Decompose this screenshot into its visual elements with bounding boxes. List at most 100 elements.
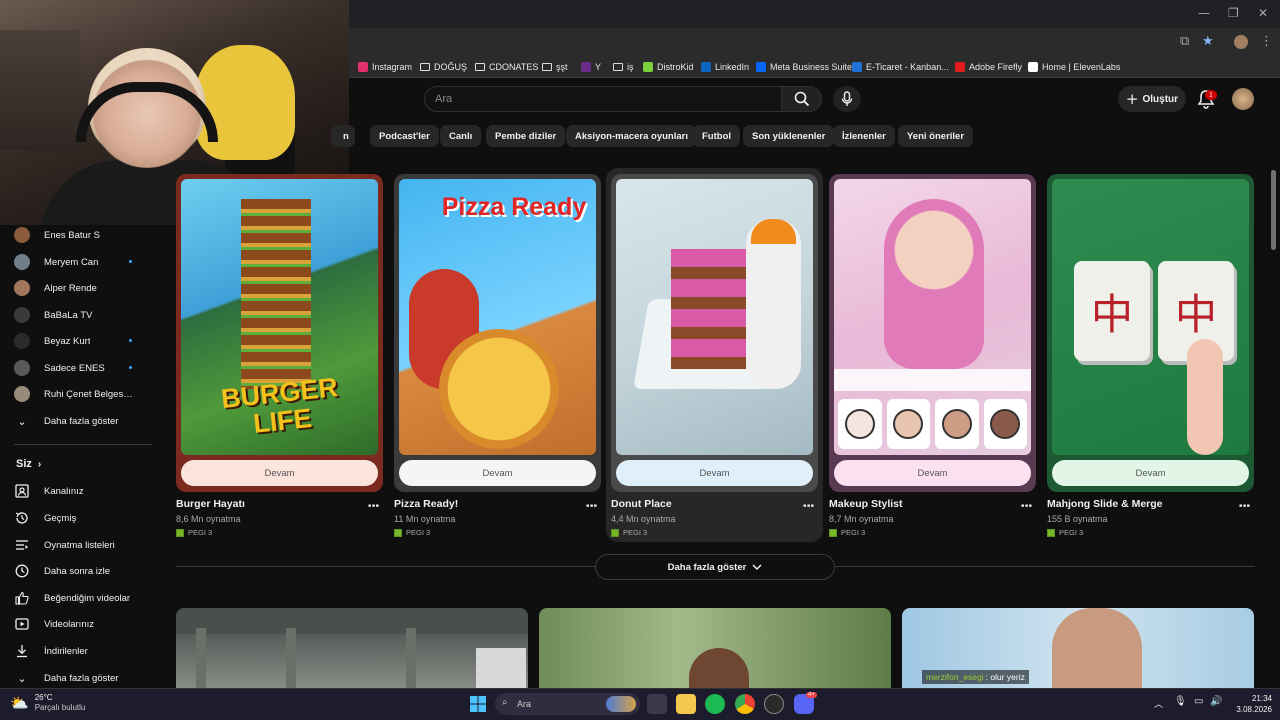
sidebar-playlists-item[interactable]: Oynatma listeleri (14, 532, 150, 558)
sidebar-clock-item[interactable]: Daha sonra izle (14, 558, 150, 584)
game-plays: 11 Mn oynatma (394, 514, 456, 524)
bookmark-11[interactable]: Home | ElevenLabs (1028, 58, 1120, 76)
bookmark-3[interactable]: şşt (542, 58, 568, 76)
taskbar-search[interactable]: ⌕ Ara (495, 693, 640, 715)
clock[interactable]: 21:34 3.08.2026 (1232, 693, 1272, 715)
video-thumbnail-2[interactable] (539, 608, 891, 692)
file-explorer-icon[interactable] (676, 694, 696, 714)
chrome-icon[interactable] (735, 694, 755, 714)
bookmark-9[interactable]: E-Ticaret - Kanban... (852, 58, 949, 76)
tray-chevron-icon[interactable]: ︿ (1154, 697, 1163, 710)
sidebar-videos-item[interactable]: Videolarınız (14, 611, 150, 637)
chip-3[interactable]: Pembe diziler (486, 125, 566, 147)
sidebar-show-more[interactable]: ⌄ Daha fazla göster (14, 408, 150, 434)
chip-0[interactable]: n (331, 125, 355, 147)
voice-search-button[interactable] (833, 86, 861, 112)
minimize-button[interactable]: — (1198, 6, 1210, 20)
bookmark-star-icon[interactable]: ★ (1202, 34, 1214, 49)
maximize-button[interactable]: ❐ (1228, 6, 1239, 20)
game-art[interactable]: BURGER LIFE (181, 179, 378, 455)
more-actions-icon[interactable]: ⋮ (365, 499, 380, 512)
pegi-rating: PEGI 3 (176, 528, 383, 537)
sidebar-thumbs-up-item[interactable]: Beğendiğim videolar (14, 585, 150, 611)
bookmark-8[interactable]: Meta Business Suite (756, 58, 852, 76)
bookmark-6[interactable]: DistroKid (643, 58, 694, 76)
game-card[interactable]: Pizza Ready Devam (394, 174, 601, 492)
game-art[interactable] (834, 179, 1031, 455)
account-avatar[interactable] (1232, 88, 1254, 110)
chrome-menu-icon[interactable]: ⋮ (1260, 34, 1273, 49)
sidebar-subscription[interactable]: Ruhi Çenet Belgese... (14, 381, 150, 407)
sidebar-download-item[interactable]: İndirilenler (14, 638, 150, 664)
continue-button[interactable]: Devam (616, 460, 813, 486)
game-title[interactable]: Makeup Stylist (829, 498, 1036, 510)
microphone-icon (841, 91, 853, 106)
game-title[interactable]: Burger Hayatı (176, 498, 383, 510)
show-more-games-button[interactable]: Daha fazla göster (595, 554, 835, 580)
cast-icon[interactable]: ⧉ (1180, 34, 1189, 49)
windows-start-icon[interactable] (468, 694, 488, 714)
bookmark-10[interactable]: Adobe Firefly (955, 58, 1022, 76)
subscription-label: Ruhi Çenet Belgese... (44, 388, 134, 400)
microphone-tray-icon[interactable]: 🎙 (1174, 696, 1187, 707)
close-window-button[interactable]: ✕ (1258, 6, 1268, 20)
spotify-icon[interactable] (705, 694, 725, 714)
sidebar-history-item[interactable]: Geçmiş (14, 505, 150, 531)
bookmark-2[interactable]: CDONATES (475, 58, 538, 76)
game-card[interactable]: Devam (611, 174, 818, 492)
continue-button[interactable]: Devam (399, 460, 596, 486)
subscription-label: Sadece ENES (44, 362, 105, 374)
chip-2[interactable]: Canlı (440, 125, 482, 147)
chip-7[interactable]: İzlenenler (833, 125, 895, 147)
chevron-down-icon: ⌄ (17, 414, 27, 428)
more-actions-icon[interactable]: ⋮ (800, 499, 815, 512)
chip-6[interactable]: Son yüklenenler (743, 125, 835, 147)
bookmark-1[interactable]: DOĞUŞ (420, 58, 467, 76)
continue-button[interactable]: Devam (834, 460, 1031, 486)
create-button[interactable]: + Oluştur (1118, 86, 1186, 112)
sidebar-channel-item[interactable]: Kanalınız (14, 478, 150, 504)
video-thumbnail-3[interactable]: merzifon_esegi : olur yeriz (902, 608, 1254, 692)
more-actions-icon[interactable]: ⋮ (1236, 499, 1251, 512)
pegi-badge-icon (611, 528, 619, 537)
task-view-icon[interactable] (647, 694, 667, 714)
game-card[interactable]: BURGER LIFE Devam (176, 174, 383, 492)
sidebar-subscription[interactable]: Enes Batur S (14, 222, 150, 248)
profile-avatar[interactable] (1234, 35, 1248, 49)
game-card[interactable]: 中中 Devam (1047, 174, 1254, 492)
pegi-label: PEGI 3 (188, 528, 213, 537)
chip-4[interactable]: Aksiyon-macera oyunları (566, 125, 697, 147)
bookmark-7[interactable]: LinkedIn (701, 58, 749, 76)
plus-icon: + (1125, 90, 1139, 108)
chip-8[interactable]: Yeni öneriler (898, 125, 974, 147)
game-title[interactable]: Donut Place (611, 498, 818, 510)
new-content-dot (129, 339, 132, 342)
bookmark-0[interactable]: Instagram (358, 58, 412, 76)
network-icon[interactable]: ▭ (1194, 696, 1203, 707)
you-section-title[interactable]: Siz › (16, 458, 41, 470)
subscription-label: Beyaz Kurt (44, 335, 91, 347)
sidebar-subscription[interactable]: BaBaLa TV (14, 302, 150, 328)
search-input[interactable]: Ara (424, 86, 782, 112)
game-title[interactable]: Mahjong Slide & Merge (1047, 498, 1254, 510)
page-scrollbar[interactable] (1271, 170, 1276, 250)
continue-button[interactable]: Devam (181, 460, 378, 486)
weather-widget[interactable]: ⛅ 26°C Parçalı bulutlu (10, 693, 85, 713)
video-thumbnail-1[interactable] (176, 608, 528, 692)
chip-5[interactable]: Futbol (693, 125, 741, 147)
obs-icon[interactable] (764, 694, 784, 714)
game-title[interactable]: Pizza Ready! (394, 498, 601, 510)
game-card[interactable]: Devam (829, 174, 1036, 492)
more-actions-icon[interactable]: ⋮ (1018, 499, 1033, 512)
more-actions-icon[interactable]: ⋮ (583, 499, 598, 512)
chip-1[interactable]: Podcast'ler (370, 125, 439, 147)
game-art[interactable]: Pizza Ready (399, 179, 596, 455)
bookmark-5[interactable]: iş (613, 58, 634, 76)
continue-button[interactable]: Devam (1052, 460, 1249, 486)
bookmark-4[interactable]: Y (581, 58, 601, 76)
game-art[interactable] (616, 179, 813, 455)
game-art[interactable]: 中中 (1052, 179, 1249, 455)
sidebar-subscription[interactable]: Alper Rende (14, 275, 150, 301)
search-button[interactable] (782, 86, 822, 112)
volume-icon[interactable]: 🔊 (1210, 696, 1222, 707)
